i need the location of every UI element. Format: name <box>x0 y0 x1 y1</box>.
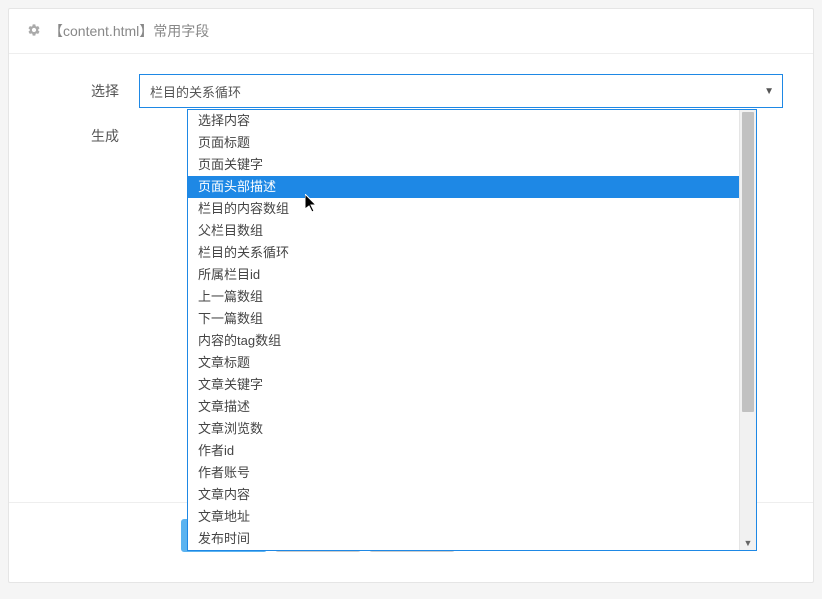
dropdown-option[interactable]: 文章内容 <box>188 484 739 506</box>
field-select[interactable]: 栏目的关系循环 ▼ <box>139 74 783 108</box>
panel-header: 【content.html】常用字段 <box>9 9 813 54</box>
dropdown-option[interactable]: 选择内容 <box>188 110 739 132</box>
dropdown-option[interactable]: 发布时间 <box>188 528 739 550</box>
select-label: 选择 <box>39 81 139 101</box>
select-value: 栏目的关系循环 <box>150 82 241 101</box>
chevron-down-icon[interactable]: ▼ <box>740 538 756 548</box>
dropdown-option[interactable]: 栏目的关系循环 <box>188 242 739 264</box>
dropdown-option[interactable]: 上一篇数组 <box>188 286 739 308</box>
panel-title: 【content.html】常用字段 <box>49 21 209 41</box>
dropdown-option[interactable]: 下一篇数组 <box>188 308 739 330</box>
gear-icon <box>27 23 41 40</box>
field-dropdown: 选择内容页面标题页面关键字页面头部描述栏目的内容数组父栏目数组栏目的关系循环所属… <box>187 109 757 551</box>
dropdown-option[interactable]: 文章关键字 <box>188 374 739 396</box>
field-panel: 【content.html】常用字段 选择 栏目的关系循环 ▼ 生成 选择内容页… <box>8 8 814 583</box>
dropdown-option[interactable]: 文章描述 <box>188 396 739 418</box>
dropdown-option[interactable]: 内容的tag数组 <box>188 330 739 352</box>
chevron-down-icon: ▼ <box>764 86 774 97</box>
dropdown-list[interactable]: 选择内容页面标题页面关键字页面头部描述栏目的内容数组父栏目数组栏目的关系循环所属… <box>188 110 739 550</box>
dropdown-option[interactable]: 页面头部描述 <box>188 176 739 198</box>
dropdown-option[interactable]: 父栏目数组 <box>188 220 739 242</box>
dropdown-option[interactable]: 所属栏目id <box>188 264 739 286</box>
dropdown-option[interactable]: 文章标题 <box>188 352 739 374</box>
dropdown-option[interactable]: 文章地址 <box>188 506 739 528</box>
dropdown-option[interactable]: 作者账号 <box>188 462 739 484</box>
dropdown-option[interactable]: 栏目的内容数组 <box>188 198 739 220</box>
dropdown-option[interactable]: 页面标题 <box>188 132 739 154</box>
dropdown-option[interactable]: 文章浏览数 <box>188 418 739 440</box>
generate-label: 生成 <box>39 126 139 146</box>
select-row: 选择 栏目的关系循环 ▼ <box>39 74 783 108</box>
scroll-thumb[interactable] <box>742 112 754 412</box>
dropdown-option[interactable]: 作者id <box>188 440 739 462</box>
dropdown-option[interactable]: 页面关键字 <box>188 154 739 176</box>
scrollbar[interactable]: ▼ <box>739 110 756 550</box>
panel-body: 选择 栏目的关系循环 ▼ 生成 选择内容页面标题页面关键字页面头部描述栏目的内容… <box>9 54 813 184</box>
